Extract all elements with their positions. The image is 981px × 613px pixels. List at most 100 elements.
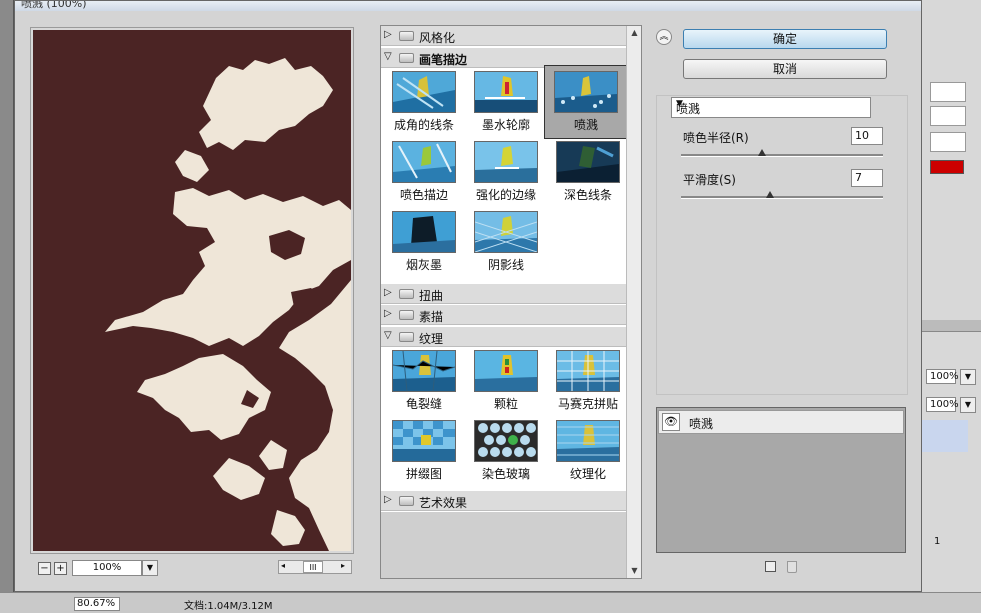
filter-crosshatch[interactable]: 阴影线 xyxy=(467,208,545,276)
background-zoom-a: 100% xyxy=(926,369,959,384)
effect-layer-row[interactable]: 👁 喷溅 xyxy=(658,410,904,434)
filter-list-scrollbar[interactable]: ▲ ▼ xyxy=(626,26,641,578)
smoothness-input[interactable]: 7 xyxy=(851,169,883,187)
category-label: 画笔描边 xyxy=(419,53,468,67)
zoom-level-field[interactable]: 100% xyxy=(72,560,142,576)
filter-label: 喷色描边 xyxy=(399,188,448,202)
category-label: 纹理 xyxy=(419,332,444,346)
filter-grain[interactable]: 颗粒 xyxy=(467,347,545,415)
zoom-out-button[interactable]: − xyxy=(38,562,51,575)
status-zoom: 80.67% xyxy=(74,597,120,611)
ok-button[interactable]: 确定 xyxy=(683,29,887,49)
folder-icon xyxy=(399,310,414,320)
thumbnail xyxy=(474,211,538,253)
category-brush-strokes[interactable]: ▽ 画笔描边 xyxy=(381,48,627,68)
filter-label: 阴影线 xyxy=(487,258,524,272)
category-texture[interactable]: ▽ 纹理 xyxy=(381,327,627,347)
delete-layer-icon[interactable] xyxy=(787,561,797,573)
category-stylize[interactable]: ▷ 风格化 xyxy=(381,26,627,46)
scroll-left-icon[interactable]: ◂ xyxy=(281,561,285,570)
thumbnail xyxy=(474,141,538,183)
spray-radius-input[interactable]: 10 xyxy=(851,127,883,145)
background-field xyxy=(930,106,966,126)
smoothness-slider[interactable] xyxy=(681,196,883,199)
spray-radius-slider[interactable] xyxy=(681,154,883,157)
filter-spatter-selected[interactable]: 喷溅 xyxy=(544,65,628,139)
filter-texturizer[interactable]: 纹理化 xyxy=(549,417,627,485)
effect-layer-name: 喷溅 xyxy=(689,417,714,431)
thumbnail xyxy=(554,71,618,113)
thumbnail xyxy=(556,350,620,392)
thumbnail xyxy=(392,71,456,113)
dialog-title: 喷溅 (100%) xyxy=(21,1,87,10)
category-label: 素描 xyxy=(419,310,444,324)
cancel-button[interactable]: 取消 xyxy=(683,59,887,79)
filter-patchwork[interactable]: 拼缀图 xyxy=(385,417,463,485)
filter-label: 喷溅 xyxy=(573,118,598,132)
zoom-in-button[interactable]: + xyxy=(54,562,67,575)
filter-label: 颗粒 xyxy=(493,397,518,411)
filter-ink-outlines[interactable]: 墨水轮廓 xyxy=(467,68,545,136)
filter-label: 烟灰墨 xyxy=(405,258,442,272)
filter-label: 深色线条 xyxy=(563,188,612,202)
filter-label: 拼缀图 xyxy=(405,467,442,481)
filter-angled-strokes[interactable]: 成角的线条 xyxy=(385,68,463,136)
category-label: 风格化 xyxy=(419,31,456,45)
category-distort[interactable]: ▷ 扭曲 xyxy=(381,284,627,304)
filter-label: 成角的线条 xyxy=(393,118,454,132)
filter-craquelure[interactable]: 龟裂缝 xyxy=(385,347,463,415)
thumbnail xyxy=(474,71,538,113)
scroll-down-icon[interactable]: ▼ xyxy=(627,564,641,578)
background-app-left-strip xyxy=(0,0,14,613)
filter-label: 墨水轮廓 xyxy=(481,118,530,132)
collapsed-icon: ▷ xyxy=(384,494,392,505)
background-field xyxy=(930,82,966,102)
folder-icon xyxy=(399,31,414,41)
background-status-bar: 80.67% 文档:1.04M/3.12M xyxy=(0,592,981,613)
zoom-dropdown-icon[interactable]: ▼ xyxy=(142,560,158,576)
filter-label: 龟裂缝 xyxy=(405,397,442,411)
filter-dark-strokes[interactable]: 深色线条 xyxy=(549,138,627,206)
filter-list-empty-area xyxy=(381,512,627,578)
filter-stained-glass[interactable]: 染色玻璃 xyxy=(467,417,545,485)
thumbnail xyxy=(392,141,456,183)
background-zoom-a-dropdown[interactable]: ▼ xyxy=(960,369,976,385)
collapsed-icon: ▷ xyxy=(384,308,392,319)
smoothness-slider-thumb[interactable] xyxy=(766,191,774,198)
filter-sprayed-strokes[interactable]: 喷色描边 xyxy=(385,138,463,206)
category-sketch[interactable]: ▷ 素描 xyxy=(381,305,627,325)
background-app-right-panel: 100% ▼ 100% ▼ 1 xyxy=(922,0,981,613)
spray-radius-label: 喷色半径(R) xyxy=(683,131,749,145)
new-layer-icon[interactable] xyxy=(765,561,776,572)
thumbnail xyxy=(392,420,456,462)
scroll-thumb[interactable]: III xyxy=(303,561,323,573)
filter-accented-edges[interactable]: 强化的边缘 xyxy=(467,138,545,206)
thumbnail xyxy=(556,141,620,183)
scroll-right-icon[interactable]: ▸ xyxy=(341,561,345,570)
eye-icon[interactable]: 👁 xyxy=(662,413,680,431)
preview-panel xyxy=(30,27,354,554)
preview-artwork xyxy=(33,30,351,551)
filter-sumi-e[interactable]: 烟灰墨 xyxy=(385,208,463,276)
expanded-icon: ▽ xyxy=(384,330,392,341)
dialog-titlebar: 喷溅 (100%) xyxy=(15,1,921,11)
scroll-up-icon[interactable]: ▲ xyxy=(627,26,641,40)
filter-mosaic-tiles[interactable]: 马赛克拼贴 xyxy=(549,347,627,415)
thumbnail xyxy=(392,211,456,253)
thumbnail xyxy=(556,420,620,462)
background-color-swatch xyxy=(930,160,964,174)
effect-layers-panel: 👁 喷溅 xyxy=(656,407,906,553)
folder-icon xyxy=(399,289,414,299)
spray-radius-slider-thumb[interactable] xyxy=(758,149,766,156)
collapse-gallery-button[interactable]: ︽ xyxy=(656,29,672,45)
preview-horizontal-scrollbar[interactable]: ◂ III ▸ xyxy=(278,560,352,574)
filter-label: 染色玻璃 xyxy=(481,467,530,481)
filter-list: ▷ 风格化 ▽ 画笔描边 成角的线条 墨水轮廓 喷溅 喷色描边 强化的边缘 深色… xyxy=(380,25,642,579)
category-artistic[interactable]: ▷ 艺术效果 xyxy=(381,491,627,511)
preview-image[interactable] xyxy=(33,30,351,551)
background-layer-highlight xyxy=(922,420,968,452)
filter-type-select[interactable]: 喷溅 ▼ xyxy=(671,97,871,118)
background-layer-number: 1 xyxy=(934,536,941,547)
background-zoom-b-dropdown[interactable]: ▼ xyxy=(960,397,976,413)
texture-grid: 龟裂缝 颗粒 马赛克拼贴 拼缀图 染色玻璃 纹理化 xyxy=(381,347,627,491)
